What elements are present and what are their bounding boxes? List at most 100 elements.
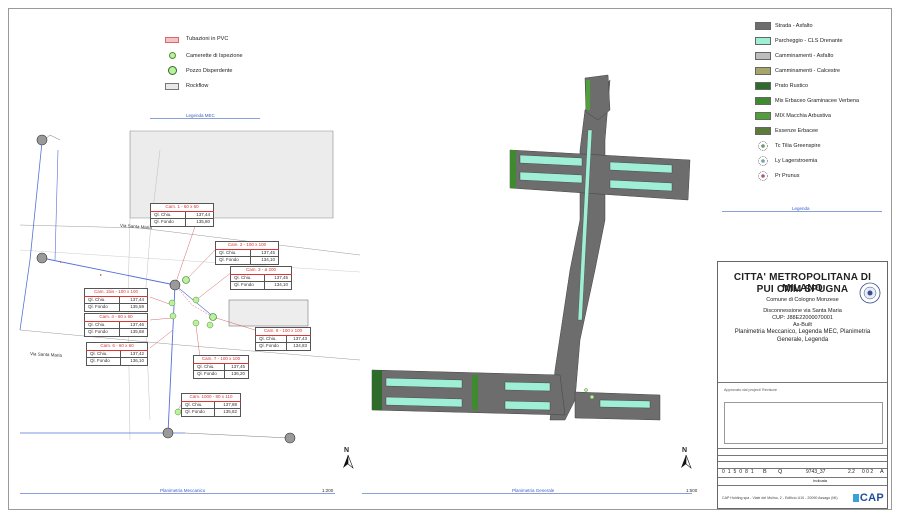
chamber-field: Ql. Fondo	[83, 328, 121, 337]
chamber-field: Ql. Chiu.	[85, 349, 122, 358]
chamber-field: Ql. Fondo	[83, 303, 121, 312]
legend-swatch	[755, 112, 771, 120]
legend-swatch	[755, 82, 771, 90]
code-cell: 9743_37	[806, 469, 826, 475]
legend-label: Tc Tilia Greenspire	[775, 143, 821, 149]
cap-logo: CAP	[852, 492, 884, 504]
mechanical-plan-caption: Planimetria Meccanico	[160, 488, 206, 493]
municipal-seal-icon	[859, 282, 881, 304]
legend-label: Camminamenti - Calcestre	[775, 68, 841, 74]
chamber-field: Ql. Chiu.	[229, 273, 266, 282]
general-plan-caption: Planimetria Generale	[512, 488, 555, 493]
legend-label: MIX Macchia Arbustiva	[775, 113, 831, 119]
chamber-title: Cam. 7 - 100 x 100	[193, 355, 249, 364]
chamber-value: 135,82	[214, 408, 241, 417]
legend-label: Essenze Erbacee	[775, 128, 819, 134]
chamber-table: Cam. 8 - 100 x 100 Ql. Chiu. 137,43 Ql. F…	[255, 327, 312, 351]
legend-swatch	[755, 127, 771, 135]
north-label: N	[344, 447, 350, 454]
legend-label: Camminamenti - Asfalto	[775, 53, 834, 59]
chamber-field: Ql. Chiu.	[193, 362, 225, 371]
general-plan-drawing	[371, 74, 691, 421]
chamber-value: 136,20	[223, 370, 250, 379]
cap-logo-icon	[852, 494, 859, 502]
project-code: 0 1 5 0 8 1	[722, 469, 755, 475]
mechanical-plan-scale: 1:200	[322, 488, 334, 493]
legend-swatch	[755, 97, 771, 105]
code-cell: A	[880, 469, 884, 475]
chamber-value: 137,88	[214, 400, 241, 409]
chamber-table: Cam. 4 - 60 x 60 Ql. Chiu. 137,46 Ql. Fon…	[83, 313, 148, 337]
legend-label: Prato Rustico	[775, 83, 809, 89]
legend-label: Strada - Asfalto	[775, 23, 813, 29]
tree-symbols	[758, 141, 768, 181]
general-plan-scale: 1:500	[686, 488, 698, 493]
title-block: CITTA' METROPOLITANA DI MILANO PUI CMM S…	[717, 261, 888, 509]
north-label: N	[682, 447, 688, 454]
subject: Disconnessione via Santa Maria	[763, 308, 842, 314]
approval-label: Approvato dal project/ Revisore	[724, 388, 777, 392]
chamber-title: Cam. 2 - 100 x 100	[215, 241, 279, 250]
code-cell: 0 0 2	[862, 469, 874, 475]
chamber-title: Cam. 1 - 60 x 60	[150, 203, 214, 212]
legend-swatch	[755, 37, 771, 45]
chamber-table: Cam. 1000 - 80 x 110 Ql. Chiu. 137,88 Ql.…	[180, 393, 241, 417]
chamber-field: Ql. Chiu.	[83, 295, 121, 304]
chamber-value: 135,80	[185, 218, 214, 227]
legend-swatch	[755, 67, 771, 75]
legend-label: Mix Erbaceo Graminacee Verbena	[775, 98, 860, 104]
chamber-value: 137,42	[120, 349, 148, 358]
chamber-table: Cam. 2 - 100 x 100 Ql. Chiu. 137,45 Ql. F…	[214, 241, 279, 265]
svg-text:▸: ▸	[60, 259, 62, 264]
code-cell: 2.2	[848, 469, 855, 475]
code-cell: B	[763, 469, 767, 475]
chamber-value: 134,10	[250, 256, 279, 265]
chamber-table: Cam. 1 - 60 x 60 Ql. Chiu. 137,44 Ql. Fon…	[149, 203, 214, 227]
chamber-table: Cam. 3 - ø 200 Ql. Chiu. 137,45 Ql. Fondo…	[229, 266, 292, 290]
chamber-field: Ql. Chiu.	[149, 210, 187, 219]
chamber-table: Cam. 7 - 100 x 100 Ql. Chiu. 137,45 Ql. F…	[193, 355, 250, 379]
chamber-title: Cam. 4 - 60 x 60	[84, 313, 148, 322]
chamber-field: Ql. Fondo	[214, 256, 252, 265]
chamber-value: 137,45	[250, 248, 279, 257]
company-info: CAP Holding spa - Viale del Mulino, 2 - …	[722, 496, 838, 500]
legend-swatch	[755, 22, 771, 30]
chamber-title: Cam. 1bis - 100 x 100	[84, 288, 148, 297]
legend-general-caption: Legenda	[792, 206, 810, 211]
chamber-value: 137,45	[264, 273, 292, 282]
chamber-value: 137,43	[285, 334, 312, 343]
code-cell: Q	[778, 469, 783, 475]
legend-label: Ly Lagerstroemia	[775, 158, 818, 164]
chamber-value: 137,45	[223, 362, 250, 371]
chamber-value: 137,46	[119, 320, 148, 329]
chamber-title: Cam. 3 - ø 200	[230, 266, 292, 275]
chamber-value: 136,10	[120, 357, 148, 366]
chamber-field: Ql. Chiu.	[180, 400, 216, 409]
chamber-field: Ql. Chiu.	[83, 320, 121, 329]
chamber-field: Ql. Fondo	[85, 357, 122, 366]
chamber-value: 137,44	[185, 210, 214, 219]
map-label: Indicata	[813, 478, 828, 483]
chamber-title: Cam. 6 - 60 x 60	[86, 342, 148, 351]
mechanical-plan-drawing: ▸ ▸	[19, 130, 360, 444]
chamber-value: 135,59	[119, 303, 148, 312]
chamber-table: Cam. 1bis - 100 x 100 Ql. Chiu. 137,44 Ql…	[83, 288, 148, 312]
chamber-field: Ql. Chiu.	[214, 248, 252, 257]
chamber-field: Ql. Fondo	[180, 408, 216, 417]
cup-code: CUP: J88E22000070001	[772, 315, 833, 321]
chamber-table: Cam. 6 - 60 x 60 Ql. Chiu. 137,42 Ql. Fon…	[85, 342, 148, 366]
chamber-title: Cam. 8 - 100 x 100	[255, 327, 311, 336]
legend-label: Parcheggio - CLS Drenante	[775, 38, 843, 44]
chamber-field: Ql. Chiu.	[255, 334, 287, 343]
chamber-value: 134,10	[264, 281, 292, 290]
chamber-field: Ql. Fondo	[255, 342, 287, 351]
chamber-field: Ql. Fondo	[229, 281, 266, 290]
chamber-value: 137,44	[119, 295, 148, 304]
chamber-field: Ql. Fondo	[193, 370, 225, 379]
svg-text:▸: ▸	[100, 272, 102, 277]
legend-label: Pr Prunus	[775, 173, 800, 179]
legend-swatch	[755, 52, 771, 60]
description: Planimetria Meccanico, Legenda MEC, Plan…	[734, 329, 871, 343]
status: As-Built	[793, 322, 812, 328]
chamber-value: 135,68	[119, 328, 148, 337]
